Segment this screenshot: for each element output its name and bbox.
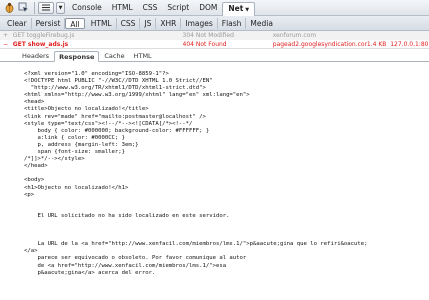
source-line: p&aacute;gina</a> acerca del error. [24,269,156,276]
source-line: </a> [24,248,38,255]
source-line: <title>Objecto no localizado!</title> [24,106,149,113]
table-row[interactable]: − GET show_ads.js 404 Not Found pagead2.… [0,40,429,49]
source-line: span {font-size: smaller;} [24,149,126,156]
source-line: El URL solicitado no ha sido localizado … [24,212,230,219]
source-line [24,170,424,177]
source-line: </head> [24,163,48,170]
chevron-down-icon: ▼ [58,4,63,11]
source-line [24,234,424,241]
source-line: <link rev="made" href="mailto:postmaster… [24,113,206,120]
source-line [24,220,424,227]
tab-response[interactable]: Response [54,51,100,62]
source-line: La URL de la <a href="http://www.xenfaci… [24,241,368,248]
filter-html[interactable]: HTML [87,17,117,29]
toolbar-divider [34,1,35,14]
source-line: body { color: #000000; background-color:… [24,127,210,134]
filter-css[interactable]: CSS [117,17,141,29]
menu-icon [42,4,50,11]
source-line: a:link { color: #0000CC; } [24,134,126,141]
source-line: <p> [24,191,35,198]
source-line: de <a href="http://www.xenfacil.com/miem… [24,262,227,269]
request-domain: pagead2.googlesyndication.com [272,40,367,48]
request-size: 1.4 KB [366,40,387,48]
request-url: GET show_ads.js [12,40,69,48]
filter-flash[interactable]: Flash [218,17,247,29]
source-line [24,206,424,213]
filter-media[interactable]: Media [246,18,277,29]
request-detail-tabs: Headers Response Cache HTML [0,50,429,62]
net-filter-bar: Clear Persist All HTML CSS JS XHR Images… [0,16,429,31]
source-line: <!DOCTYPE html PUBLIC "-//W3C//DTD XHTML… [24,78,213,85]
response-source: <?xml version="1.0" encoding="ISO-8859-1… [24,71,424,300]
tab-dom[interactable]: DOM [194,1,222,15]
tab-net-label: Net [228,3,244,13]
dropdown-button[interactable]: ▼ [56,1,65,14]
persist-button[interactable]: Persist [32,17,66,29]
source-line: <h1>Objecto no localizado!</h1> [24,184,129,191]
source-line: /*]]>*/--></style> [24,156,85,163]
tab-html-preview[interactable]: HTML [130,51,156,61]
filter-all[interactable]: All [65,17,85,29]
source-line [24,227,424,234]
chevron-down-icon: ▼ [245,6,250,13]
filter-images[interactable]: Images [181,17,218,29]
tab-html[interactable]: HTML [107,1,138,15]
tab-cache[interactable]: Cache [100,51,128,61]
tab-console[interactable]: Console [67,1,107,15]
menu-button[interactable] [38,1,54,14]
inspect-icon[interactable] [17,2,29,14]
tab-script[interactable]: Script [162,1,194,15]
request-status: 404 Not Found [182,40,227,48]
source-line: <html xmlns="http://www.w3.org/1999/xhtm… [24,92,250,99]
firebug-toolbar: ▼ Console HTML CSS Script DOM Net ▼ [0,0,429,16]
clear-button[interactable]: Clear [3,17,32,29]
source-line: <head> [24,99,45,106]
request-ip: 127.0.0.1:80 [390,40,429,48]
source-line: parece ser equivocado o obsoleto. Por fa… [24,255,247,262]
filter-xhr[interactable]: XHR [156,17,182,29]
source-line [24,199,424,206]
source-line: <body> [24,177,45,184]
source-line: <style type="text/css"><!--/*--><![CDATA… [24,120,193,127]
collapse-icon[interactable]: − [3,40,13,49]
source-line: p, address {margin-left: 3em;} [24,141,139,148]
tab-headers[interactable]: Headers [18,51,53,61]
filter-js[interactable]: JS [140,17,157,29]
source-line [24,277,424,284]
source-line: "http://www.w3.org/TR/xhtml1/DTD/xhtml1-… [24,85,206,92]
firebug-icon[interactable] [3,2,15,14]
tab-css[interactable]: CSS [138,1,163,15]
tab-net[interactable]: Net ▼ [222,1,256,16]
source-line: <?xml version="1.0" encoding="ISO-8859-1… [24,71,169,77]
